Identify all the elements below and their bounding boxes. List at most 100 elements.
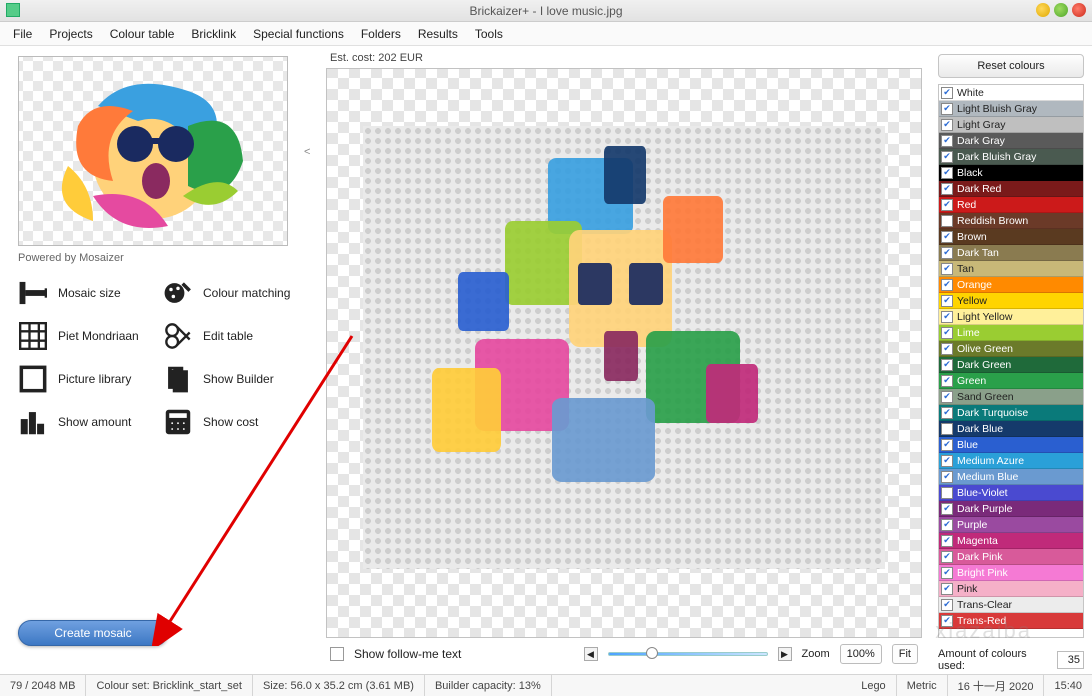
colour-row-dark-gray[interactable]: ✔Dark Gray xyxy=(939,133,1083,149)
colour-checkbox[interactable]: ✔ xyxy=(941,103,953,115)
colour-row-orange[interactable]: ✔Orange xyxy=(939,277,1083,293)
colour-checkbox[interactable]: ✔ xyxy=(941,231,953,243)
colour-row-pink[interactable]: ✔Pink xyxy=(939,581,1083,597)
colour-checkbox[interactable]: ✔ xyxy=(941,279,953,291)
colour-row-sand-green[interactable]: ✔Sand Green xyxy=(939,389,1083,405)
colour-row-yellow[interactable]: ✔Yellow xyxy=(939,293,1083,309)
close-button[interactable] xyxy=(1072,3,1086,17)
create-mosaic-button[interactable]: Create mosaic xyxy=(18,620,168,646)
colour-checkbox[interactable]: ✔ xyxy=(941,567,953,579)
colour-checkbox[interactable]: ✔ xyxy=(941,87,953,99)
follow-me-checkbox[interactable] xyxy=(330,647,344,661)
menu-tools[interactable]: Tools xyxy=(468,24,510,44)
colour-row-light-gray[interactable]: ✔Light Gray xyxy=(939,117,1083,133)
colour-checkbox[interactable]: ✔ xyxy=(941,599,953,611)
action-show-builder[interactable]: Show Builder xyxy=(163,364,298,394)
colour-row-bright-pink[interactable]: ✔Bright Pink xyxy=(939,565,1083,581)
colour-list[interactable]: ✔White✔Light Bluish Gray✔Light Gray✔Dark… xyxy=(938,84,1084,638)
colour-checkbox[interactable]: ✔ xyxy=(941,327,953,339)
colour-name: Tan xyxy=(956,263,1083,275)
colour-checkbox[interactable]: ✔ xyxy=(941,615,953,627)
colour-row-blue[interactable]: ✔Blue xyxy=(939,437,1083,453)
colour-checkbox[interactable]: ✔ xyxy=(941,551,953,563)
colour-row-dark-turquoise[interactable]: ✔Dark Turquoise xyxy=(939,405,1083,421)
colour-row-tan[interactable]: ✔Tan xyxy=(939,261,1083,277)
zoom-value[interactable]: 100% xyxy=(840,644,882,664)
colour-row-medium-azure[interactable]: ✔Medium Azure xyxy=(939,453,1083,469)
action-picture-lib[interactable]: Picture library xyxy=(18,364,153,394)
colour-checkbox[interactable]: ✔ xyxy=(941,311,953,323)
action-edit-table[interactable]: Edit table xyxy=(163,321,298,351)
colour-checkbox[interactable]: ✔ xyxy=(941,343,953,355)
minimize-button[interactable] xyxy=(1036,3,1050,17)
colour-row-white[interactable]: ✔White xyxy=(939,85,1083,101)
action-show-amount[interactable]: Show amount xyxy=(18,407,153,437)
colour-checkbox[interactable]: ✔ xyxy=(941,471,953,483)
colour-row-medium-blue[interactable]: ✔Medium Blue xyxy=(939,469,1083,485)
action-mosaic-size[interactable]: Mosaic size xyxy=(18,278,153,308)
colour-checkbox[interactable]: ✔ xyxy=(941,375,953,387)
colour-checkbox[interactable]: ✔ xyxy=(941,503,953,515)
menu-file[interactable]: File xyxy=(6,24,39,44)
zoom-slider[interactable] xyxy=(608,646,768,662)
reset-colours-button[interactable]: Reset colours xyxy=(938,54,1084,78)
maximize-button[interactable] xyxy=(1054,3,1068,17)
colour-row-light-yellow[interactable]: ✔Light Yellow xyxy=(939,309,1083,325)
colour-checkbox[interactable] xyxy=(941,215,953,227)
colour-checkbox[interactable]: ✔ xyxy=(941,295,953,307)
colour-checkbox[interactable]: ✔ xyxy=(941,167,953,179)
colour-checkbox[interactable]: ✔ xyxy=(941,151,953,163)
colour-row-green[interactable]: ✔Green xyxy=(939,373,1083,389)
colour-row-dark-purple[interactable]: ✔Dark Purple xyxy=(939,501,1083,517)
menu-results[interactable]: Results xyxy=(411,24,465,44)
colour-checkbox[interactable] xyxy=(941,423,953,435)
colour-checkbox[interactable]: ✔ xyxy=(941,183,953,195)
colour-row-trans-red[interactable]: ✔Trans-Red xyxy=(939,613,1083,629)
menu-projects[interactable]: Projects xyxy=(42,24,99,44)
colour-checkbox[interactable]: ✔ xyxy=(941,407,953,419)
colour-checkbox[interactable]: ✔ xyxy=(941,519,953,531)
action-colour-matching[interactable]: Colour matching xyxy=(163,278,298,308)
colour-row-black[interactable]: ✔Black xyxy=(939,165,1083,181)
colour-row-brown[interactable]: ✔Brown xyxy=(939,229,1083,245)
colour-row-lime[interactable]: ✔Lime xyxy=(939,325,1083,341)
colour-row-magenta[interactable]: ✔Magenta xyxy=(939,533,1083,549)
zoom-out-button[interactable]: ◀ xyxy=(584,647,598,661)
menu-colour-table[interactable]: Colour table xyxy=(103,24,182,44)
action-piet[interactable]: Piet Mondriaan xyxy=(18,321,153,351)
colour-row-trans-clear[interactable]: ✔Trans-Clear xyxy=(939,597,1083,613)
colour-checkbox[interactable]: ✔ xyxy=(941,535,953,547)
colour-checkbox[interactable]: ✔ xyxy=(941,135,953,147)
colour-row-reddish-brown[interactable]: Reddish Brown xyxy=(939,213,1083,229)
colour-row-purple[interactable]: ✔Purple xyxy=(939,517,1083,533)
colour-row-dark-green[interactable]: ✔Dark Green xyxy=(939,357,1083,373)
menu-bricklink[interactable]: Bricklink xyxy=(184,24,243,44)
action-show-cost[interactable]: Show cost xyxy=(163,407,298,437)
menu-special-functions[interactable]: Special functions xyxy=(246,24,351,44)
colour-row-dark-bluish-gray[interactable]: ✔Dark Bluish Gray xyxy=(939,149,1083,165)
menu-folders[interactable]: Folders xyxy=(354,24,408,44)
colour-checkbox[interactable]: ✔ xyxy=(941,199,953,211)
fit-button[interactable]: Fit xyxy=(892,644,918,664)
colour-checkbox[interactable]: ✔ xyxy=(941,583,953,595)
colour-row-dark-blue[interactable]: Dark Blue xyxy=(939,421,1083,437)
colour-checkbox[interactable]: ✔ xyxy=(941,439,953,451)
colour-row-light-bluish-gray[interactable]: ✔Light Bluish Gray xyxy=(939,101,1083,117)
colour-row-blue-violet[interactable]: Blue-Violet xyxy=(939,485,1083,501)
mosaic-canvas[interactable] xyxy=(326,68,922,638)
colour-matching-icon xyxy=(163,278,193,308)
colour-row-dark-tan[interactable]: ✔Dark Tan xyxy=(939,245,1083,261)
colour-checkbox[interactable]: ✔ xyxy=(941,263,953,275)
colour-row-dark-red[interactable]: ✔Dark Red xyxy=(939,181,1083,197)
colour-checkbox[interactable]: ✔ xyxy=(941,247,953,259)
colour-checkbox[interactable]: ✔ xyxy=(941,119,953,131)
colour-row-dark-pink[interactable]: ✔Dark Pink xyxy=(939,549,1083,565)
collapse-left-toggle[interactable]: < xyxy=(304,146,310,158)
colour-row-red[interactable]: ✔Red xyxy=(939,197,1083,213)
colour-checkbox[interactable] xyxy=(941,487,953,499)
colour-checkbox[interactable]: ✔ xyxy=(941,359,953,371)
colour-checkbox[interactable]: ✔ xyxy=(941,391,953,403)
zoom-in-button[interactable]: ▶ xyxy=(778,647,792,661)
colour-row-olive-green[interactable]: ✔Olive Green xyxy=(939,341,1083,357)
colour-checkbox[interactable]: ✔ xyxy=(941,455,953,467)
